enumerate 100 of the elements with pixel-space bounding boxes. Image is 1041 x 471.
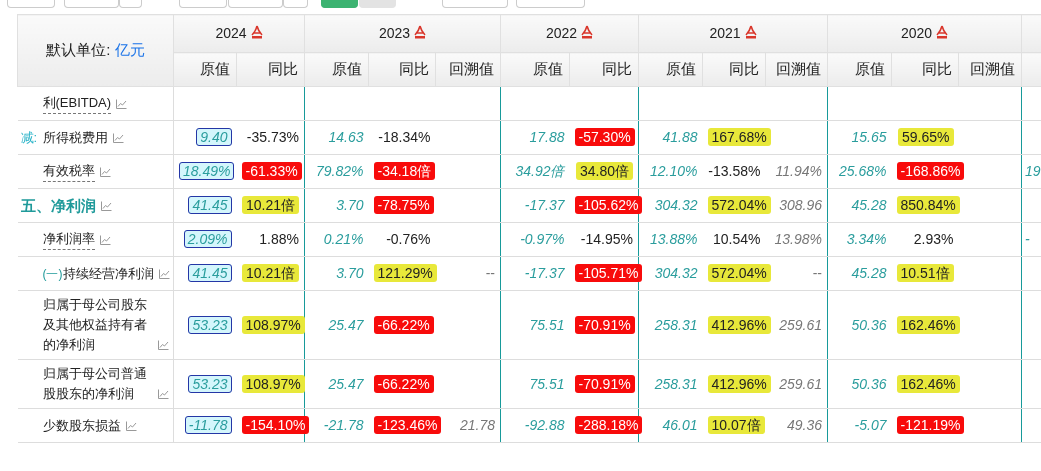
toolbar-button[interactable] [320,0,358,8]
column-header[interactable]: 回溯值 [765,52,828,87]
change-badge: 10.21倍 [241,264,299,282]
chart-icon[interactable] [157,389,169,399]
column-header[interactable]: 原值 [173,52,237,87]
chart-icon[interactable] [125,420,137,431]
value-text: -0.97% [520,231,565,247]
change-badge: 162.46% [896,374,960,393]
change-badge: 10.51倍 [896,264,954,282]
change-badge: -34.18倍 [373,162,436,180]
value-text: 19 [1025,163,1041,179]
row-label: 所得税费用 [42,128,108,147]
change-badge: 10.07倍 [707,416,765,434]
unit-link[interactable]: 亿元 [114,41,145,59]
value-text: 45.28 [851,265,887,281]
change-badge: 108.97% [241,374,305,393]
toolbar-field[interactable] [178,0,227,8]
value-box: 18.49% [179,162,235,180]
year-label: 2021 [709,25,741,41]
value-text: 75.51 [529,316,565,333]
change-badge: 10.21倍 [241,196,299,214]
column-header[interactable]: 原值 [638,52,703,87]
value-text: 13.88% [650,231,698,247]
restated-value: -- [812,265,822,281]
pdf-icon[interactable] [744,25,757,39]
chart-icon[interactable] [112,133,124,144]
value-text: 41.88 [662,129,698,145]
value-text: 45.28 [851,197,887,213]
year-label: 2024 [215,25,247,41]
pdf-icon[interactable] [414,25,427,39]
chart-icon[interactable] [116,99,128,109]
value-box: 41.45 [188,196,232,214]
column-header[interactable]: 原值 [500,52,570,87]
row-label: 少数股东损益 [42,416,121,435]
restated-value: 259.61 [779,375,822,392]
value-box: 41.45 [188,264,232,282]
value-text: 46.01 [662,417,698,433]
value-text: 304.32 [654,197,698,213]
change-badge: 572.04% [707,196,771,214]
value-text: 25.47 [328,375,364,392]
change-badge: -61.33% [241,162,302,180]
change-text: 1.88% [259,231,299,247]
value-text: 15.65 [851,129,887,145]
column-header[interactable]: 同比 [891,52,959,87]
change-badge: 412.96% [707,315,771,334]
toolbar-field[interactable] [516,0,585,8]
change-text: -18.34% [378,129,431,145]
toolbar-field[interactable] [441,0,509,8]
toolbar-field[interactable] [64,0,120,8]
value-text: 25.47 [328,316,364,333]
row-label: 五、净利润 [20,195,96,216]
column-header[interactable]: 回溯值 [958,52,1022,87]
row-label[interactable]: 净利润率 [42,229,95,250]
value-text: -17.37 [524,265,565,281]
value-text: 12.10% [650,163,698,179]
change-badge: 572.04% [707,264,771,282]
value-text: -92.88 [524,417,565,433]
year-label: 2022 [545,25,578,41]
change-badge: -123.46% [373,416,442,434]
value-text: 50.36 [851,375,887,392]
value-box: -11.78 [184,416,232,434]
row-label[interactable]: 利(EBITDA) [42,93,112,114]
chart-icon[interactable] [99,235,111,245]
pdf-icon[interactable] [581,25,594,39]
column-header[interactable]: 回溯值 [435,52,501,87]
change-badge: -154.10% [241,416,310,434]
row-label: 持续经营净利润 [62,264,154,283]
column-header[interactable]: 同比 [368,52,436,87]
unit-label: 默认单位: [46,41,111,59]
change-badge: -70.91% [574,315,635,334]
pdf-icon[interactable] [250,25,263,39]
column-header[interactable]: 同比 [236,52,305,87]
value-text: -5.07 [854,417,887,433]
pdf-icon[interactable] [936,25,949,39]
toolbar-field[interactable] [6,0,55,8]
change-badge: 412.96% [707,374,771,393]
value-box: 53.23 [188,315,232,334]
value-text: 304.32 [654,265,698,281]
row-label[interactable]: 有效税率 [42,161,95,182]
value-text: 25.68% [839,163,887,179]
restated-value: 49.36 [786,417,822,433]
column-header[interactable]: 同比 [569,52,639,87]
chart-icon[interactable] [158,268,170,279]
change-badge: 850.84% [896,196,960,214]
chart-icon[interactable] [100,201,112,212]
change-badge: 34.80倍 [575,162,633,180]
restated-value: -- [485,265,495,281]
chart-icon[interactable] [157,340,169,350]
change-badge: -105.71% [574,264,643,282]
chart-icon[interactable] [99,167,111,177]
value-box: 53.23 [188,374,232,393]
column-header[interactable]: 原值 [827,52,892,87]
column-header[interactable]: 同比 [702,52,766,87]
toolbar-field[interactable] [119,0,142,8]
change-badge: 108.97% [241,315,305,334]
toolbar-field[interactable] [227,0,283,8]
toolbar-field[interactable] [282,0,308,8]
column-header[interactable]: 原值 [304,52,369,87]
change-badge: -121.19% [896,416,965,434]
prefix-label: (一) [42,266,63,281]
